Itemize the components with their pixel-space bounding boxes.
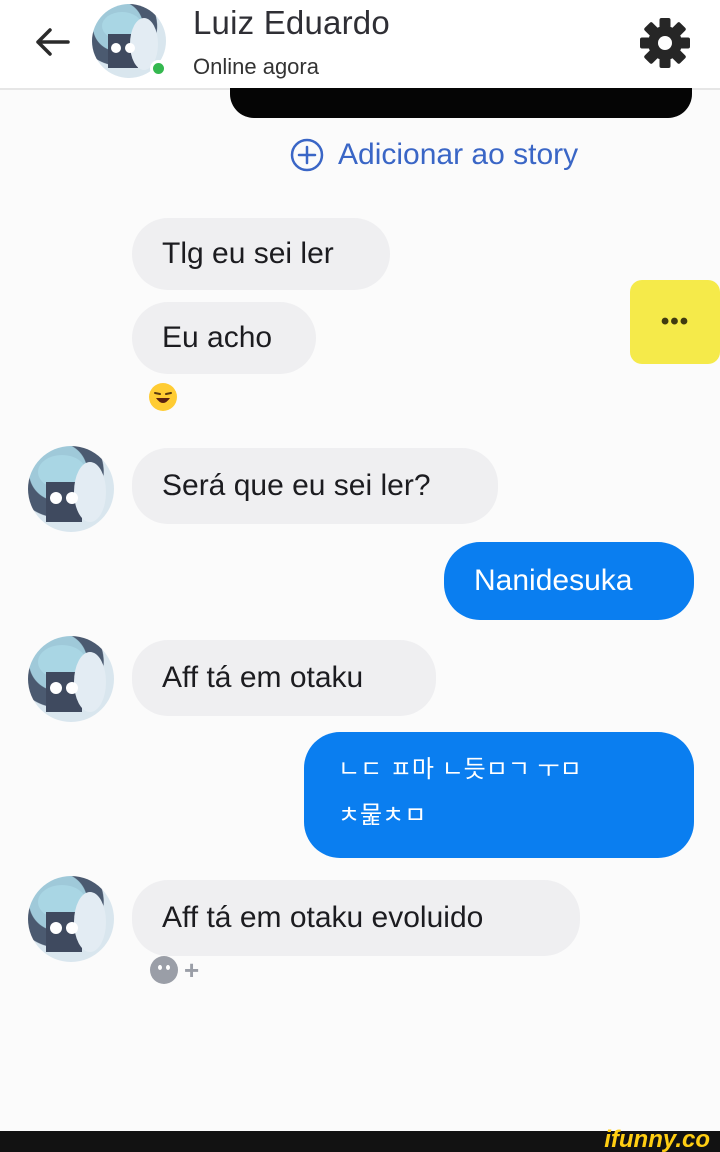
contact-avatar-small[interactable] <box>28 876 114 962</box>
message-bubble[interactable]: Tlg eu sei ler <box>132 218 390 290</box>
message-text: Eu acho <box>162 321 273 354</box>
add-reaction-plus: + <box>184 954 200 985</box>
chat-header: Luiz Eduardo Online agora <box>0 0 720 90</box>
redacted-bar <box>230 88 692 118</box>
message-text: ㄴㄷ ㅍ마 ㄴ듯ㅁㄱ ㅜㅁ <box>338 755 582 783</box>
add-to-story-label: Adicionar ao story <box>338 138 579 171</box>
message-bubble-sent[interactable]: Nanidesuka <box>444 542 694 620</box>
message-text: Nanidesuka <box>474 564 633 597</box>
message-bubble[interactable]: Será que eu sei ler? <box>132 448 498 524</box>
online-indicator <box>150 60 167 77</box>
laughing-emoji-icon <box>149 383 177 411</box>
add-to-story-button[interactable]: Adicionar ao story <box>288 136 578 174</box>
message-text: Tlg eu sei ler <box>162 237 334 270</box>
watermark: ifunny.co <box>604 1126 710 1152</box>
gear-icon[interactable] <box>636 14 694 72</box>
message-text-line2: ㅊ뭁ㅊㅁ <box>338 801 427 829</box>
message-bubble[interactable]: Aff tá em otaku evoluido <box>132 880 580 956</box>
plus-circle-icon <box>290 138 324 172</box>
message-text: Será que eu sei ler? <box>162 469 431 502</box>
message-text: Aff tá em otaku evoluido <box>162 901 484 934</box>
add-reaction-icon <box>150 956 178 984</box>
contact-avatar-small[interactable] <box>28 636 114 722</box>
message-bubble[interactable]: Eu acho <box>132 302 316 374</box>
contact-name[interactable]: Luiz Eduardo <box>193 4 390 42</box>
typing-indicator: ••• <box>630 280 720 364</box>
typing-dots: ••• <box>660 308 690 335</box>
message-bubble[interactable]: Aff tá em otaku <box>132 640 436 716</box>
add-reaction-button[interactable]: + <box>150 954 220 986</box>
message-bubble-sent[interactable]: ㄴㄷ ㅍ마 ㄴ듯ㅁㄱ ㅜㅁ ㅊ뭁ㅊㅁ <box>304 732 694 858</box>
message-text: Aff tá em otaku <box>162 661 364 694</box>
contact-avatar-small[interactable] <box>28 446 114 532</box>
contact-status: Online agora <box>193 54 319 79</box>
back-arrow-icon[interactable] <box>28 22 76 62</box>
